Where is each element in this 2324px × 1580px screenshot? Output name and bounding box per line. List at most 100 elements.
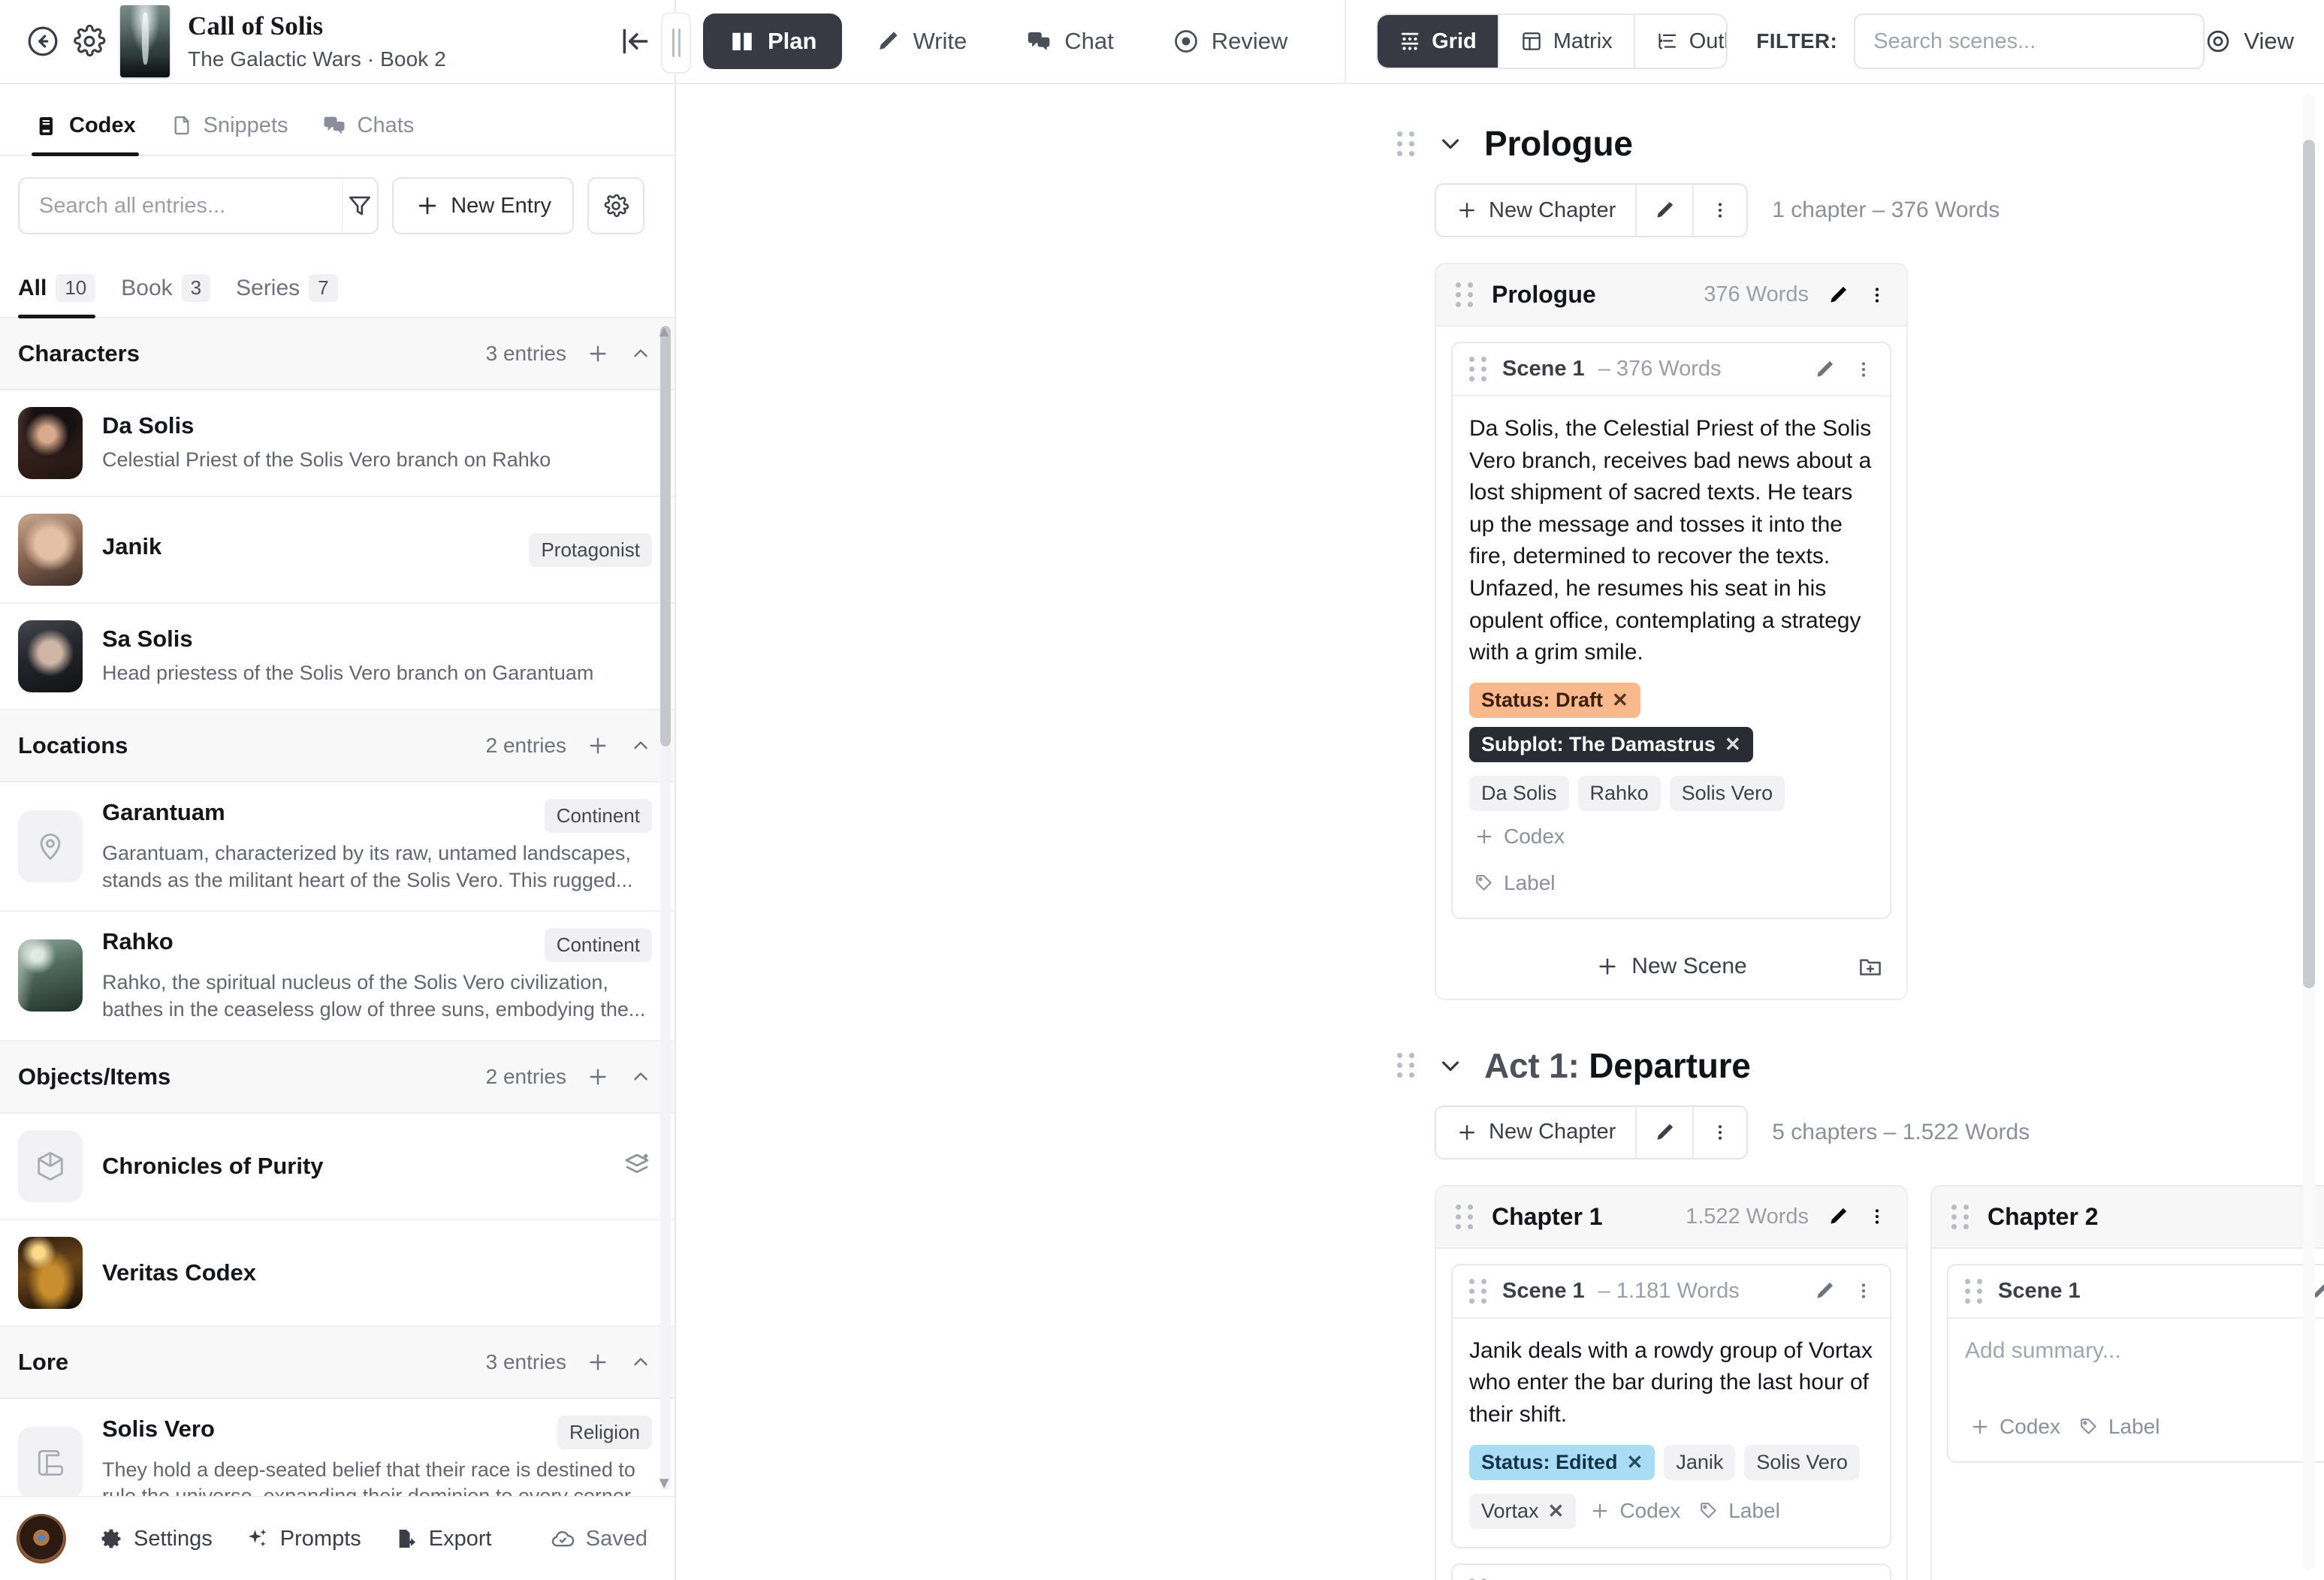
codex-tag[interactable]: Janik <box>1664 1444 1736 1480</box>
subplot-tag[interactable]: Subplot: The Damastrus ✕ <box>1469 726 1753 762</box>
view-matrix[interactable]: Matrix <box>1499 15 1635 68</box>
add-entry-icon[interactable] <box>586 342 610 366</box>
chapter-more-options-icon[interactable] <box>1867 1205 1887 1228</box>
drag-handle[interactable] <box>1469 357 1489 381</box>
add-label-button[interactable]: Label <box>1694 1494 1785 1527</box>
chevron-down-icon[interactable] <box>1436 1051 1465 1080</box>
collapse-group-chevron-up-icon[interactable] <box>629 1351 652 1373</box>
add-codex-button[interactable]: Codex <box>1965 1410 2065 1443</box>
sidebar-settings-gear-icon[interactable] <box>66 18 113 65</box>
codex-settings-gear-icon[interactable] <box>587 177 644 234</box>
mode-chat[interactable]: Chat <box>1000 14 1139 69</box>
scene-more-options-icon[interactable] <box>1854 358 1873 381</box>
scene-search-input[interactable] <box>1854 14 2205 69</box>
filter-book[interactable]: Book 3 <box>121 274 211 317</box>
collapse-group-chevron-up-icon[interactable] <box>629 1066 652 1088</box>
edit-scene-pencil-icon[interactable] <box>1813 358 1836 381</box>
codex-entries-scroll[interactable]: Characters 3 entries Da Solis Celestial … <box>0 318 675 1496</box>
scene-card[interactable]: Scene 1 Add summary... Codex Label <box>1947 1263 2324 1463</box>
list-item[interactable]: Garantuam Continent Garantuam, character… <box>0 782 675 912</box>
tab-chats[interactable]: Chats <box>305 113 431 155</box>
sidebar-resize-handle[interactable] <box>661 12 691 74</box>
codex-tag[interactable]: Solis Vero <box>1744 1444 1860 1480</box>
scene-more-options-icon[interactable] <box>1854 1280 1873 1302</box>
collapse-group-chevron-up-icon[interactable] <box>629 734 652 757</box>
act-more-options-icon[interactable] <box>1694 1107 1746 1158</box>
group-header-lore[interactable]: Lore 3 entries <box>0 1326 675 1399</box>
remove-tag-close-icon[interactable]: ✕ <box>1627 1451 1643 1474</box>
group-header-locations[interactable]: Locations 2 entries <box>0 710 675 782</box>
drag-handle[interactable] <box>1469 1278 1489 1304</box>
view-outline[interactable]: Outline <box>1634 15 1727 68</box>
drag-handle[interactable] <box>1397 131 1417 156</box>
filter-all[interactable]: All 10 <box>18 274 96 318</box>
remove-tag-close-icon[interactable]: ✕ <box>1725 733 1741 756</box>
list-item[interactable]: Da Solis Celestial Priest of the Solis V… <box>0 390 675 497</box>
list-item[interactable]: Rahko Continent Rahko, the spiritual nuc… <box>0 912 675 1042</box>
drag-handle[interactable] <box>1965 1278 1984 1304</box>
mode-plan[interactable]: Plan <box>703 14 843 69</box>
list-item[interactable]: Janik Protagonist <box>0 497 675 604</box>
drag-handle[interactable] <box>1397 1053 1417 1078</box>
list-item[interactable]: Solis Vero Religion They hold a deep-sea… <box>0 1399 675 1496</box>
collapse-sidebar-button[interactable] <box>616 22 655 61</box>
edit-act-pencil-icon[interactable] <box>1637 1106 1695 1158</box>
remove-tag-close-icon[interactable]: ✕ <box>1548 1500 1565 1523</box>
tab-snippets[interactable]: Snippets <box>152 113 305 155</box>
add-codex-button[interactable]: Codex <box>1585 1494 1685 1527</box>
scene-card[interactable]: Scene 1 – 1.181 Words Janik deals with a… <box>1451 1263 1891 1548</box>
add-codex-button[interactable]: Codex <box>1469 820 1569 853</box>
add-entry-icon[interactable] <box>586 1065 610 1089</box>
scene-summary[interactable]: Janik deals with a rowdy group of Vortax… <box>1469 1335 1873 1431</box>
new-entry-button[interactable]: New Entry <box>392 177 574 234</box>
view-grid[interactable]: Grid <box>1378 15 1499 68</box>
codex-tag[interactable]: Da Solis <box>1469 775 1569 811</box>
codex-tag[interactable]: Solis Vero <box>1669 775 1785 811</box>
add-to-stack-icon[interactable] <box>622 1151 652 1181</box>
status-tag[interactable]: Status: Edited ✕ <box>1469 1444 1655 1480</box>
scrollbar-thumb[interactable] <box>2303 140 2315 988</box>
status-tag[interactable]: Status: Draft ✕ <box>1469 682 1640 718</box>
act-more-options-icon[interactable] <box>1694 185 1746 236</box>
add-label-button[interactable]: Label <box>2074 1410 2165 1443</box>
filter-icon[interactable] <box>343 179 377 233</box>
scene-summary[interactable]: Da Solis, the Celestial Priest of the So… <box>1469 413 1873 669</box>
sidebar-scrollbar[interactable] <box>660 324 671 1490</box>
new-chapter-button[interactable]: New Chapter <box>1436 1106 1637 1158</box>
back-button[interactable] <box>20 18 66 65</box>
add-entry-icon[interactable] <box>586 734 610 758</box>
prompts-button[interactable]: Prompts <box>229 1527 378 1551</box>
view-options-button[interactable]: View <box>2205 28 2294 55</box>
user-avatar[interactable] <box>17 1514 66 1563</box>
codex-tag[interactable]: Rahko <box>1577 775 1661 811</box>
scene-card[interactable]: Scene 1 – 376 Words Da Solis, the Celest… <box>1451 342 1891 919</box>
scroll-up-arrow-icon[interactable]: ▲ <box>656 321 672 341</box>
scene-summary[interactable]: Add summary... <box>1965 1335 2324 1367</box>
add-entry-icon[interactable] <box>586 1350 610 1374</box>
list-item[interactable]: Veritas Codex <box>0 1220 675 1327</box>
new-chapter-button[interactable]: New Chapter <box>1436 185 1637 236</box>
edit-act-pencil-icon[interactable] <box>1637 185 1695 236</box>
edit-chapter-pencil-icon[interactable] <box>1827 1205 1849 1228</box>
edit-scene-pencil-icon[interactable] <box>1813 1280 1836 1302</box>
group-header-objects-items[interactable]: Objects/Items 2 entries <box>0 1041 675 1114</box>
chapter-more-options-icon[interactable] <box>1867 284 1887 306</box>
plan-board[interactable]: Prologue New Chapter 1 chapter – 376 Wor… <box>676 84 2324 1580</box>
settings-button[interactable]: Settings <box>83 1527 229 1551</box>
add-label-button[interactable]: Label <box>1469 867 1560 900</box>
remove-tag-close-icon[interactable]: ✕ <box>1612 689 1628 712</box>
collapse-group-chevron-up-icon[interactable] <box>629 342 652 365</box>
group-header-characters[interactable]: Characters 3 entries <box>0 318 675 390</box>
drag-handle[interactable] <box>1456 282 1475 307</box>
export-button[interactable]: Export <box>378 1527 509 1551</box>
mode-review[interactable]: Review <box>1147 14 1314 69</box>
edit-chapter-pencil-icon[interactable] <box>1827 284 1849 306</box>
new-scene-folder-icon[interactable] <box>1857 953 1884 980</box>
list-item[interactable]: Sa Solis Head priestess of the Solis Ver… <box>0 604 675 710</box>
filter-series[interactable]: Series 7 <box>236 274 338 317</box>
tab-codex[interactable]: Codex <box>18 113 152 156</box>
scrollbar-thumb[interactable] <box>660 326 671 746</box>
chevron-down-icon[interactable] <box>1436 129 1465 158</box>
drag-handle[interactable] <box>1456 1204 1475 1229</box>
scroll-down-arrow-icon[interactable]: ▼ <box>656 1473 672 1493</box>
